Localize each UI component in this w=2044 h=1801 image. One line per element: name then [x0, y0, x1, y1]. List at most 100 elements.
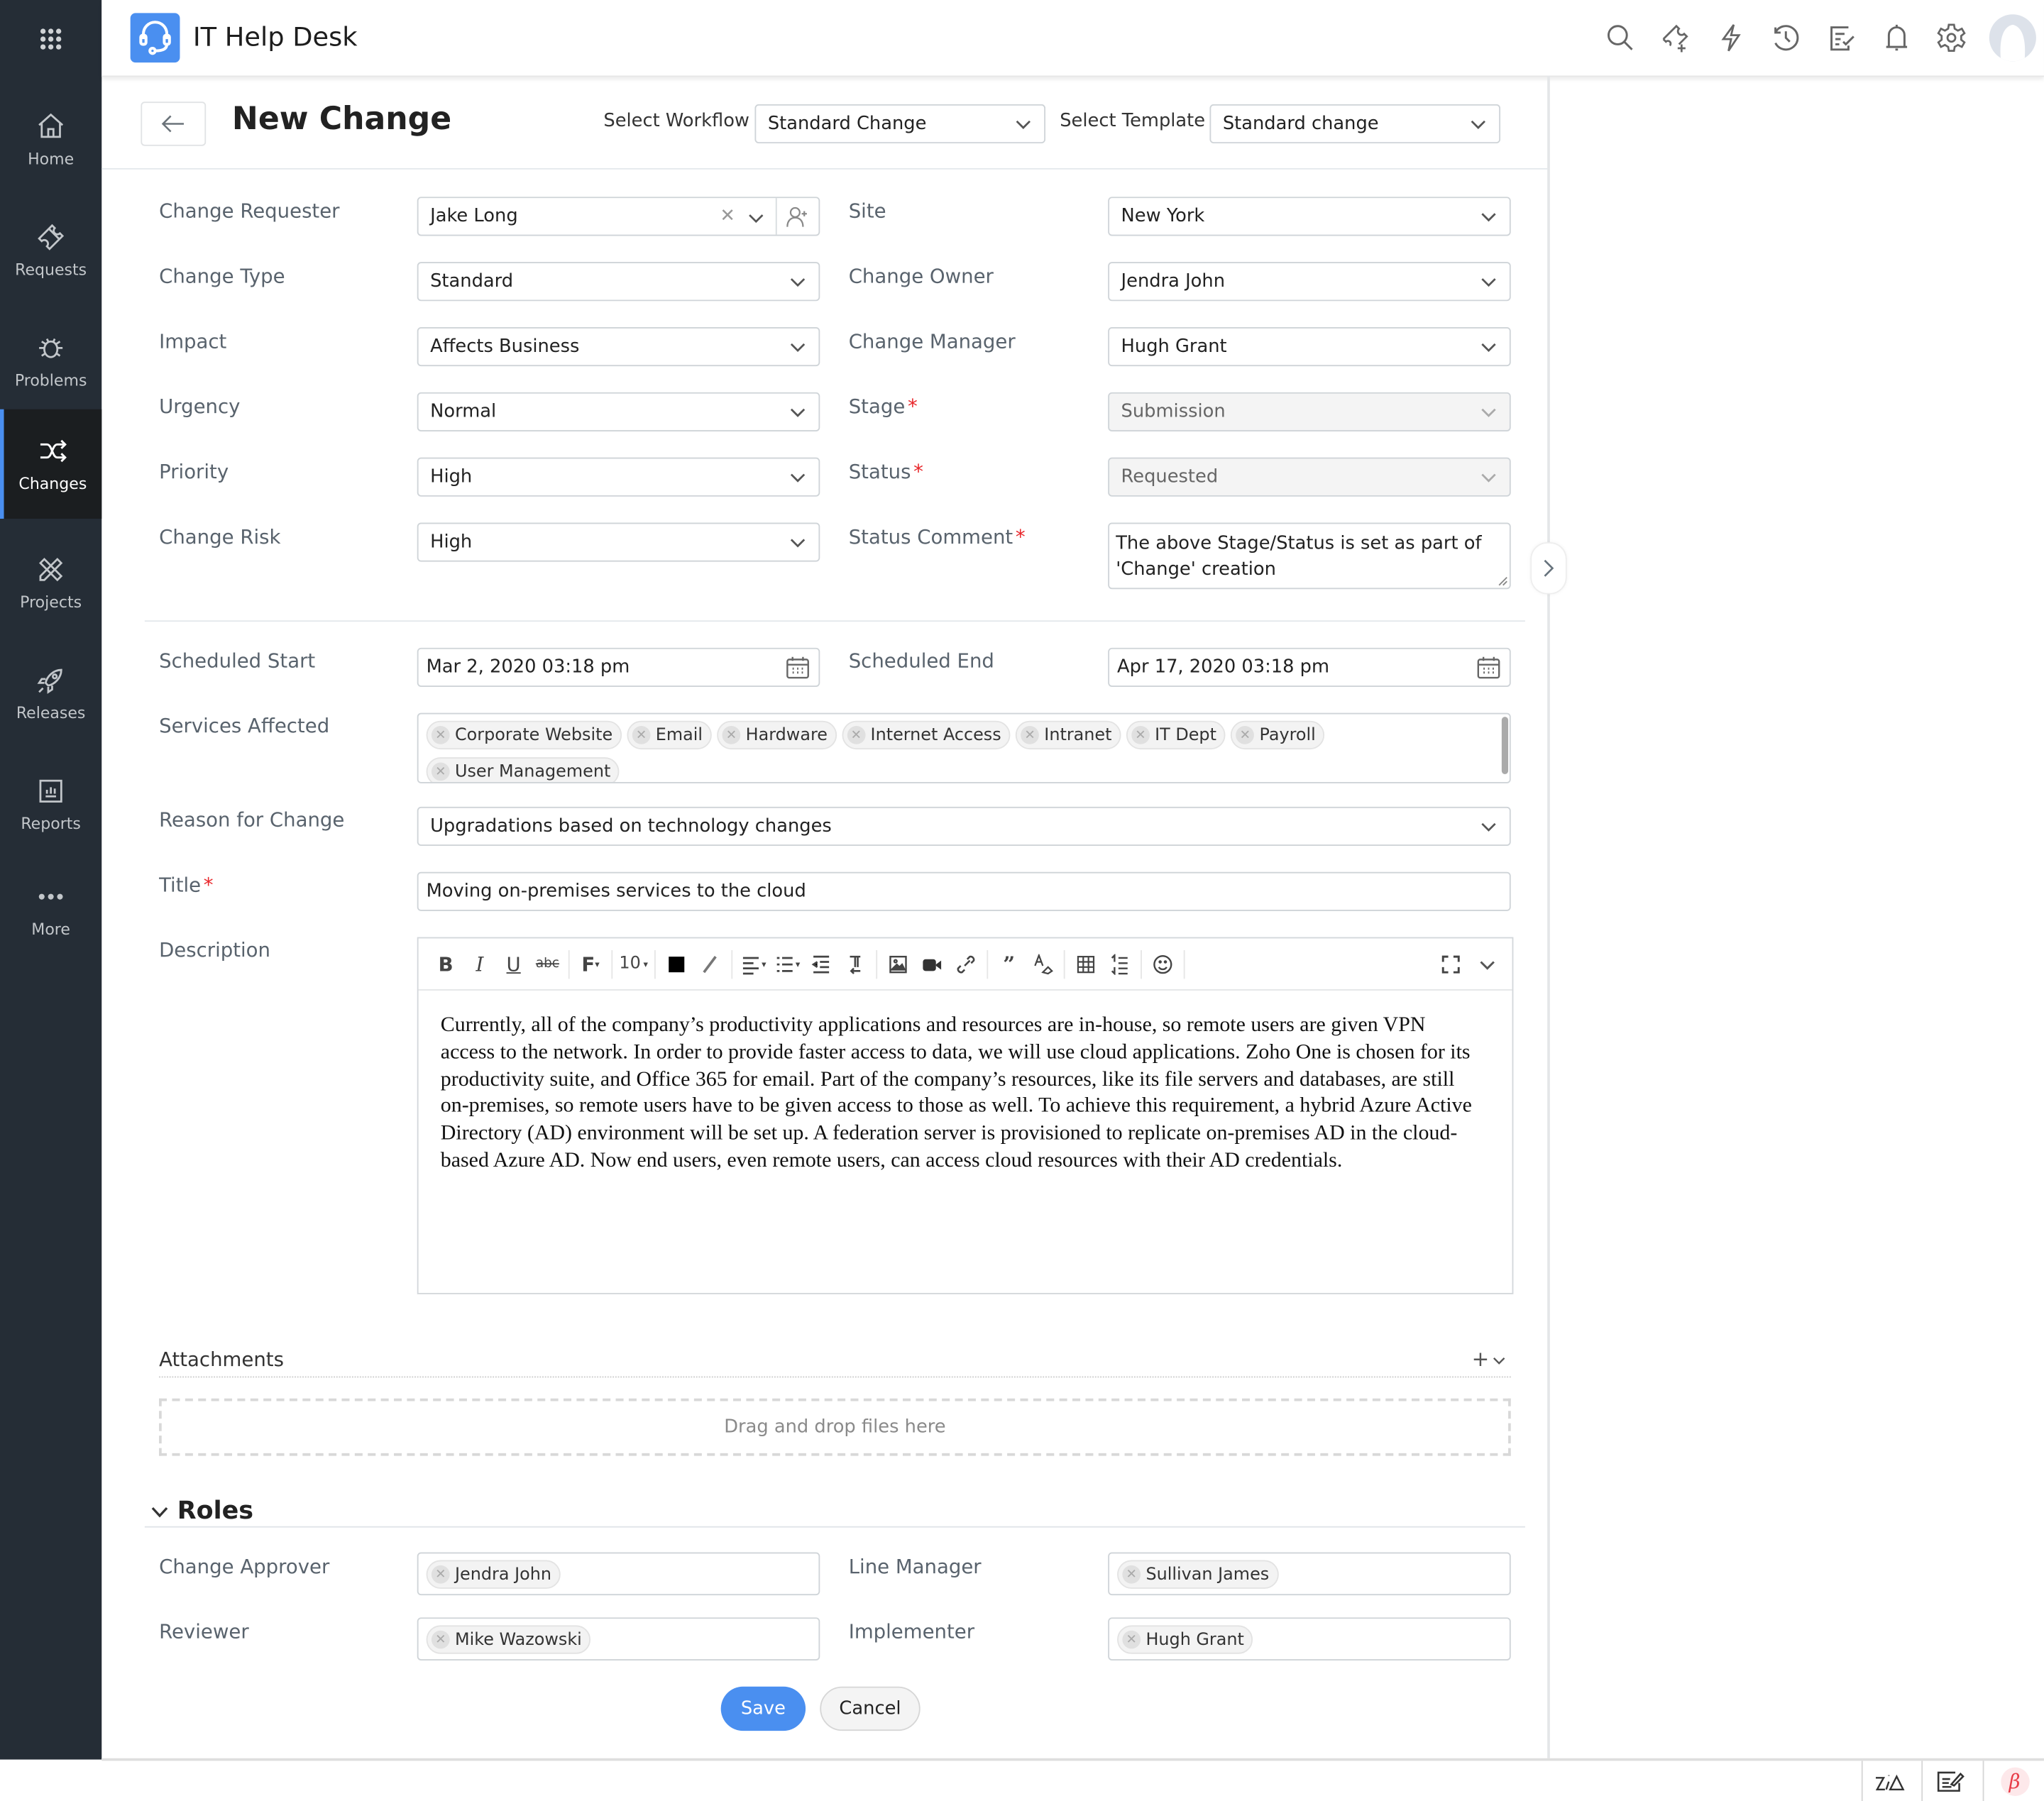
- sidebar-item-problems[interactable]: Problems: [0, 307, 101, 416]
- remove-chip-icon[interactable]: ✕: [1131, 726, 1150, 744]
- roles-collapse-icon[interactable]: [151, 1505, 168, 1518]
- settings-button[interactable]: [1935, 21, 1969, 55]
- clear-format-button[interactable]: [1026, 949, 1060, 978]
- panel-expand-toggle[interactable]: [1530, 542, 1567, 595]
- quick-actions-button[interactable]: [1714, 21, 1748, 55]
- scrollbar-thumb[interactable]: [1501, 717, 1509, 774]
- font-size-select[interactable]: 10 ▾: [617, 949, 651, 978]
- template-select[interactable]: Standard change: [1209, 104, 1501, 144]
- calendar-icon[interactable]: [1476, 654, 1502, 681]
- sidebar-item-more[interactable]: More: [0, 855, 101, 964]
- video-icon: [923, 958, 942, 971]
- blockquote-button[interactable]: ”: [992, 949, 1026, 978]
- remove-chip-icon[interactable]: ✕: [722, 726, 741, 744]
- user-avatar[interactable]: [1989, 14, 2036, 62]
- reason-select[interactable]: Upgradations based on technology changes: [417, 806, 1511, 847]
- add-attachment-button[interactable]: +: [1472, 1346, 1490, 1371]
- chevron-down-icon[interactable]: [748, 210, 764, 226]
- change-type-select[interactable]: Standard: [417, 262, 820, 302]
- sidebar-item-changes[interactable]: Changes: [0, 409, 102, 519]
- insert-link-button[interactable]: [949, 949, 983, 978]
- site-select[interactable]: New York: [1108, 197, 1511, 236]
- implementer-field[interactable]: ✕ Hugh Grant: [1108, 1617, 1511, 1660]
- font-family-button[interactable]: F ▾: [573, 949, 608, 978]
- remove-chip-icon[interactable]: ✕: [431, 1630, 450, 1649]
- reviewer-field[interactable]: ✕ Mike Wazowski: [417, 1617, 820, 1660]
- scheduled-start-input[interactable]: Mar 2, 2020 03:18 pm: [417, 647, 820, 687]
- change-owner-select[interactable]: Jendra John: [1108, 262, 1511, 302]
- sidebar-item-reports[interactable]: Reports: [0, 749, 101, 859]
- chevron-down-icon[interactable]: [1493, 1355, 1505, 1366]
- workflow-select[interactable]: Standard Change: [754, 104, 1046, 144]
- title-input[interactable]: Moving on-premises services to the cloud: [417, 871, 1511, 911]
- line-manager-field[interactable]: ✕ Sullivan James: [1108, 1552, 1511, 1596]
- brush-icon: [703, 955, 717, 973]
- description-body[interactable]: Currently, all of the company’s producti…: [441, 1011, 1473, 1174]
- line-spacing-button[interactable]: [1103, 949, 1137, 978]
- add-requester-button[interactable]: [775, 198, 819, 235]
- scheduled-end-input[interactable]: Apr 17, 2020 03:18 pm: [1108, 647, 1511, 687]
- emoji-button[interactable]: [1146, 949, 1180, 978]
- toolbar-separator: [1063, 949, 1065, 979]
- sidebar-item-requests[interactable]: Requests: [0, 196, 101, 305]
- remove-chip-icon[interactable]: ✕: [1236, 726, 1255, 744]
- underline-button[interactable]: U: [497, 949, 531, 978]
- notes-edit-icon: [1937, 1770, 1965, 1791]
- back-button[interactable]: [141, 101, 207, 146]
- insert-image-button[interactable]: [881, 949, 916, 978]
- fullscreen-button[interactable]: [1434, 950, 1468, 979]
- notifications-button[interactable]: [1880, 21, 1914, 55]
- zia-button[interactable]: [1861, 1761, 1918, 1801]
- list-button[interactable]: ▾: [771, 949, 805, 978]
- beta-button[interactable]: β: [1982, 1761, 2044, 1801]
- remove-chip-icon[interactable]: ✕: [1021, 726, 1039, 744]
- search-button[interactable]: [1603, 21, 1637, 55]
- remove-chip-icon[interactable]: ✕: [1122, 1565, 1141, 1584]
- services-affected-field[interactable]: ✕ Corporate Website ✕ Email ✕ Hardware ✕ Intern…: [417, 712, 1511, 783]
- status-comment-textarea[interactable]: The above Stage/Status is set as part of…: [1108, 522, 1511, 590]
- sidebar-item-label: Requests: [15, 260, 87, 280]
- insert-video-button[interactable]: [915, 949, 949, 978]
- change-risk-select[interactable]: High: [417, 522, 820, 562]
- sidebar-item-home[interactable]: Home: [0, 84, 101, 194]
- implementer-label: Implementer: [848, 1620, 975, 1644]
- paragraph-direction-button[interactable]: [838, 949, 872, 978]
- impact-select[interactable]: Affects Business: [417, 327, 820, 367]
- bold-button[interactable]: B: [429, 949, 463, 978]
- history-button[interactable]: [1769, 21, 1803, 55]
- toolbar-collapse-button[interactable]: [1471, 950, 1505, 979]
- notes-button[interactable]: [1921, 1761, 1977, 1801]
- change-manager-select[interactable]: Hugh Grant: [1108, 327, 1511, 367]
- insert-table-button[interactable]: [1069, 949, 1103, 978]
- cancel-button[interactable]: Cancel: [820, 1686, 921, 1731]
- change-requester-field[interactable]: Jake Long ✕: [417, 197, 820, 236]
- text-color-button[interactable]: [659, 949, 693, 978]
- remove-chip-icon[interactable]: ✕: [1122, 1630, 1141, 1649]
- save-button[interactable]: Save: [720, 1686, 806, 1731]
- new-ticket-button[interactable]: [1658, 21, 1692, 55]
- clear-icon[interactable]: ✕: [720, 206, 735, 226]
- change-requester-value: Jake Long: [430, 206, 518, 227]
- priority-select[interactable]: High: [417, 457, 820, 497]
- highlight-button[interactable]: [693, 949, 727, 978]
- calendar-icon[interactable]: [785, 654, 811, 681]
- remove-chip-icon[interactable]: ✕: [847, 726, 866, 744]
- strikethrough-button[interactable]: abc: [531, 949, 565, 978]
- app-logo[interactable]: [130, 13, 180, 63]
- change-approver-field[interactable]: ✕ Jendra John: [417, 1552, 820, 1596]
- remove-chip-icon[interactable]: ✕: [431, 1565, 450, 1584]
- resize-handle-icon[interactable]: [1498, 576, 1508, 587]
- remove-chip-icon[interactable]: ✕: [632, 726, 651, 744]
- file-dropzone[interactable]: Drag and drop files here: [159, 1398, 1511, 1456]
- sidebar-item-projects[interactable]: Projects: [0, 528, 101, 637]
- tasks-button[interactable]: [1825, 21, 1859, 55]
- app-switcher-button[interactable]: [0, 0, 101, 78]
- remove-chip-icon[interactable]: ✕: [431, 726, 450, 744]
- stage-value: Submission: [1121, 401, 1226, 423]
- urgency-select[interactable]: Normal: [417, 392, 820, 431]
- italic-button[interactable]: I: [463, 949, 497, 978]
- remove-chip-icon[interactable]: ✕: [431, 762, 450, 781]
- sidebar-item-releases[interactable]: Releases: [0, 639, 101, 748]
- indent-button[interactable]: [804, 949, 838, 978]
- align-button[interactable]: ▾: [737, 949, 771, 978]
